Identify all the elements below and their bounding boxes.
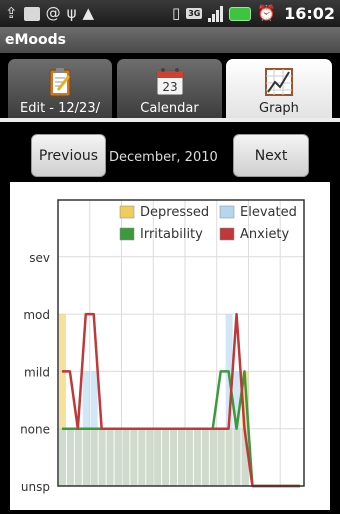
app-title-bar: eMoods: [0, 27, 340, 53]
usb-icon: ⇪: [5, 4, 18, 22]
vibrate-icon: ▯: [171, 4, 181, 22]
month-label: December, 2010: [109, 150, 218, 165]
system-icons: ▯ 3G ⏰ 16:02: [167, 4, 340, 23]
battery-icon: [229, 6, 252, 21]
bar-elevated: [178, 428, 185, 486]
calendar-icon-day: 23: [162, 80, 177, 94]
bar-elevated: [185, 428, 193, 486]
signal-3g-icon: 3G: [186, 8, 203, 19]
y-axis-labels: sev mod mild none unsp: [20, 251, 50, 494]
chart-legend: Depressed Elevated Irritability Anxiety: [119, 205, 297, 242]
y-tick-label: none: [20, 423, 50, 437]
clipboard-edit-icon: [49, 68, 71, 97]
tab-calendar[interactable]: 23 Calendar: [117, 59, 222, 119]
legend-label-irritability: Irritability: [140, 227, 203, 242]
tab-calendar-label: Calendar: [140, 101, 199, 116]
month-navigation: Previous December, 2010 Next: [0, 122, 340, 182]
previous-button[interactable]: Previous: [31, 134, 106, 177]
calendar-icon: 23: [156, 68, 183, 96]
bar-elevated: [193, 428, 201, 486]
bar-elevated: [170, 428, 178, 486]
bar-elevated: [106, 428, 114, 486]
y-tick-label: mild: [24, 365, 50, 379]
y-tick-label: mod: [23, 308, 50, 322]
legend-swatch-irritability: [119, 227, 135, 241]
legend-label-anxiety: Anxiety: [240, 227, 290, 242]
bar-elevated: [154, 428, 162, 486]
bar-elevated: [98, 428, 106, 486]
bar-elevated: [217, 428, 225, 486]
warning-icon: ▲: [82, 4, 95, 22]
tab-bar: Edit - 12/23/ 23 Calendar Graph: [0, 53, 340, 121]
wifi-icon: [208, 5, 224, 22]
graph-icon: [265, 68, 293, 96]
tab-edit[interactable]: Edit - 12/23/: [8, 59, 112, 119]
bar-elevated: [74, 428, 82, 486]
bar-elevated: [59, 428, 66, 486]
status-time: 16:02: [284, 4, 335, 23]
bar-elevated: [66, 428, 74, 486]
bar-elevated: [146, 428, 154, 486]
y-tick-label: sev: [29, 251, 50, 265]
legend-label-depressed: Depressed: [140, 205, 209, 220]
bar-elevated: [162, 428, 170, 486]
at-sign-icon: @: [45, 4, 61, 22]
tab-graph[interactable]: Graph: [226, 59, 332, 119]
bar-elevated: [201, 428, 209, 486]
legend-swatch-anxiety: [219, 227, 235, 241]
bar-elevated: [130, 428, 138, 486]
usb-debug-icon: ψ: [66, 4, 77, 22]
app-title: eMoods: [5, 32, 67, 48]
bar-elevated: [138, 428, 146, 486]
alarm-icon: ⏰: [257, 4, 277, 22]
status-bar: ⇪ @ ψ ▲ ▯ 3G ⏰ 16:02: [0, 0, 340, 27]
legend-swatch-elevated: [219, 205, 235, 219]
tab-edit-label: Edit - 12/23/: [20, 101, 100, 116]
mood-chart: sev mod mild none unsp Depressed Elevated Irri…: [20, 199, 305, 494]
mood-graph[interactable]: sev mod mild none unsp Depressed Elevated Irri…: [10, 182, 330, 510]
legend-swatch-depressed: [119, 205, 135, 219]
y-tick-label: unsp: [21, 480, 50, 494]
bar-elevated: [209, 428, 217, 486]
notification-icons: ⇪ @ ψ ▲: [0, 6, 99, 21]
bar-elevated: [122, 428, 130, 486]
bar-elevated: [114, 428, 122, 486]
tab-graph-label: Graph: [259, 101, 299, 116]
message-icon: [23, 6, 40, 21]
legend-label-elevated: Elevated: [240, 205, 297, 220]
next-button[interactable]: Next: [233, 134, 309, 177]
